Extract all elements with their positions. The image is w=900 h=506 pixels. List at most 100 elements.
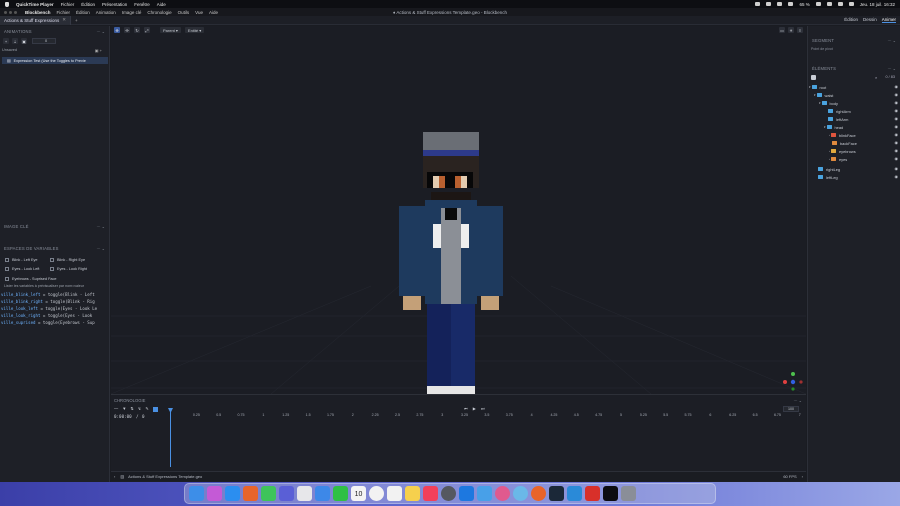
checkbox[interactable]: [50, 266, 54, 271]
mode-paint-tab[interactable]: Dessin: [863, 17, 877, 23]
display-icon[interactable]: [766, 2, 772, 6]
menubar-item-fenetre[interactable]: Fenêtre: [134, 2, 150, 7]
character-model[interactable]: [399, 132, 507, 394]
checkbox[interactable]: [5, 257, 9, 262]
apple-icon[interactable]: [5, 1, 9, 7]
calendar-icon[interactable]: 10: [351, 486, 366, 501]
import-animation-icon[interactable]: ⇣: [12, 38, 18, 44]
facetime-icon[interactable]: [333, 486, 348, 501]
outliner-item-head[interactable]: ▾ head: [824, 123, 843, 131]
wifi-icon[interactable]: [826, 2, 832, 6]
music-icon[interactable]: [423, 486, 438, 501]
menu-fichier[interactable]: Fichier: [57, 10, 71, 15]
panel-menu-icon[interactable]: ⋯ ⌄: [97, 224, 105, 229]
battery-icon[interactable]: [815, 2, 821, 6]
eye-icon[interactable]: ◉: [895, 124, 899, 129]
project-tab[interactable]: Actions & Stuff Expressions ✕: [0, 15, 71, 25]
eye-icon[interactable]: ◉: [895, 100, 899, 105]
animation-list-item[interactable]: ▤ Expression Test (Use the Toggles to Pr…: [2, 57, 108, 64]
close-icon[interactable]: ✕: [62, 17, 66, 23]
app-store-icon[interactable]: [225, 486, 240, 501]
outliner-item-backface[interactable]: backFace: [832, 139, 857, 147]
outliner-item-rightleg[interactable]: rightLeg: [818, 165, 840, 173]
window-close-button[interactable]: [4, 10, 7, 14]
menu-edition[interactable]: Édition: [76, 10, 90, 15]
settings-icon[interactable]: [441, 486, 456, 501]
messages-icon[interactable]: [261, 486, 276, 501]
save-all-icon[interactable]: ▣ +: [95, 48, 102, 53]
launchpad-icon[interactable]: [207, 486, 222, 501]
checkbox[interactable]: [5, 276, 9, 281]
trash-icon[interactable]: [621, 486, 636, 501]
toggle-look-right[interactable]: Eyes - Look Right: [50, 265, 87, 272]
code-line[interactable]: ville_blink_left = toggle(Blink - Left: [1, 292, 109, 297]
menu-animation[interactable]: Animation: [96, 10, 116, 15]
window-minimize-button[interactable]: [9, 10, 12, 14]
notes-app-icon[interactable]: [405, 486, 420, 501]
playhead[interactable]: [170, 409, 171, 467]
menubar-app-name[interactable]: QuickTime Player: [16, 2, 54, 7]
panel-menu-icon[interactable]: ⋯ ⌄: [97, 246, 105, 251]
eye-icon[interactable]: ◉: [895, 92, 899, 97]
new-tab-button[interactable]: +: [75, 18, 78, 23]
teams-icon[interactable]: [279, 486, 294, 501]
outliner-item-eyes[interactable]: › eyes: [829, 155, 847, 163]
save-animation-icon[interactable]: ▣: [21, 38, 27, 44]
outliner-item-eyebrows[interactable]: › eyebrows: [829, 147, 856, 155]
code-line[interactable]: ville_look_right = toggle(Eyes - Look: [1, 313, 109, 318]
eye-icon[interactable]: ◉: [895, 116, 899, 121]
eye-icon[interactable]: ◉: [895, 174, 899, 179]
clock-icon[interactable]: [369, 486, 384, 501]
eye-icon[interactable]: ◉: [895, 84, 899, 89]
steam-icon[interactable]: [549, 486, 564, 501]
eye-icon[interactable]: ◉: [895, 148, 899, 153]
eye-icon[interactable]: ◉: [895, 108, 899, 113]
3d-viewport[interactable]: ✥ ✣ ↻ ⤢ Parent ▾ Entité ▾ ▭ ☀ ≡: [111, 26, 806, 394]
outliner-item-rightarm[interactable]: rightArm: [828, 107, 851, 115]
outliner-item-leftleg[interactable]: leftLeg: [818, 173, 838, 181]
browser-icon[interactable]: [495, 486, 510, 501]
panel-menu-icon[interactable]: ⋯ ⌄: [888, 66, 896, 71]
firefox-dev-icon[interactable]: [531, 486, 546, 501]
chevron-right-icon[interactable]: ›: [802, 474, 803, 479]
record-icon[interactable]: [755, 2, 761, 6]
menu-image-cle[interactable]: Image clé: [122, 10, 142, 15]
outliner-item-leftarm[interactable]: leftArm: [828, 115, 848, 123]
finder-icon[interactable]: [189, 486, 204, 501]
eye-icon[interactable]: ◉: [895, 156, 899, 161]
outliner-item-root[interactable]: ▾ root: [809, 83, 826, 91]
notes-icon[interactable]: [297, 486, 312, 501]
bluetooth-icon[interactable]: [788, 2, 794, 6]
eye-icon[interactable]: ◉: [895, 166, 899, 171]
screen-icon[interactable]: [459, 486, 474, 501]
toggle-blink-right[interactable]: Blink - Right Eye: [50, 256, 85, 263]
code-line[interactable]: ville_look_left = toggle(Eyes - Look Le: [1, 306, 109, 311]
menu-outils[interactable]: Outils: [178, 10, 190, 15]
firefox-icon[interactable]: [243, 486, 258, 501]
downloads-icon[interactable]: [585, 486, 600, 501]
menu-aide[interactable]: Aide: [209, 10, 218, 15]
quicktime-window-icon[interactable]: [603, 486, 618, 501]
search-icon[interactable]: ⌕: [875, 75, 877, 80]
add-group-icon[interactable]: [811, 75, 816, 80]
toggle-blink-left[interactable]: Blink - Left Eye: [5, 256, 38, 263]
mode-edit-tab[interactable]: Édition: [844, 17, 858, 23]
menu-vue[interactable]: Vue: [195, 10, 203, 15]
mail-icon[interactable]: [315, 486, 330, 501]
search-icon[interactable]: [837, 2, 843, 6]
menubar-item-aide[interactable]: Aide: [157, 2, 166, 7]
panel-menu-icon[interactable]: ⋯ ⌄: [97, 29, 105, 34]
outliner-item-blinkface[interactable]: › blinkFace: [829, 131, 856, 139]
toggle-look-left[interactable]: Eyes - Look Left: [5, 265, 39, 272]
checkbox[interactable]: [5, 266, 9, 271]
preview-icon[interactable]: [513, 486, 528, 501]
axis-gizmo[interactable]: [779, 370, 803, 392]
eye-icon[interactable]: ◉: [895, 140, 899, 145]
add-animation-icon[interactable]: +: [3, 38, 9, 44]
reminders-icon[interactable]: [387, 486, 402, 501]
chevron-left-icon[interactable]: ‹: [114, 474, 115, 479]
terminal-icon[interactable]: [477, 486, 492, 501]
window-zoom-button[interactable]: [14, 10, 17, 14]
control-center-icon[interactable]: [848, 2, 854, 6]
code-line[interactable]: ville_suprised = toggle(Eyebrows - Sup: [1, 320, 109, 325]
